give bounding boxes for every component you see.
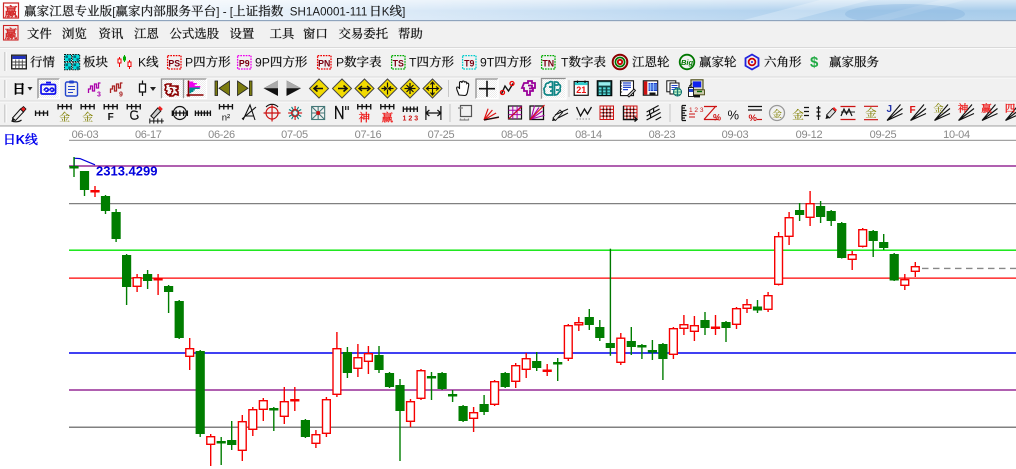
svg-text:09-25: 09-25 (870, 129, 897, 141)
svg-text:08-23: 08-23 (649, 129, 676, 141)
svg-text:2313.4299: 2313.4299 (96, 164, 157, 179)
svg-text:09-12: 09-12 (796, 129, 823, 141)
svg-text:08-05: 08-05 (501, 129, 528, 141)
svg-text:%: % (728, 108, 740, 123)
svg-text:08-14: 08-14 (575, 129, 602, 141)
svg-text:P: P (185, 55, 193, 69)
svg-text:1 2 3: 1 2 3 (403, 116, 419, 123)
svg-text:09-03: 09-03 (722, 129, 749, 141)
svg-text:K: K (138, 55, 146, 69)
svg-text:TS: TS (393, 58, 404, 68)
svg-text:06-26: 06-26 (208, 129, 235, 141)
svg-text:-: - (223, 6, 227, 19)
svg-text:10-04: 10-04 (943, 129, 970, 141)
svg-text:P: P (336, 55, 344, 69)
svg-text:]: ] (402, 6, 405, 19)
svg-text:3: 3 (97, 92, 101, 99)
svg-text:PS: PS (168, 58, 180, 68)
svg-text:n²: n² (222, 113, 230, 124)
svg-text:SH1A0001-111: SH1A0001-111 (290, 6, 368, 19)
svg-text:06-03: 06-03 (72, 129, 99, 141)
svg-text:T: T (561, 55, 569, 69)
svg-text:P9: P9 (239, 58, 250, 68)
svg-text:$: $ (810, 54, 819, 71)
svg-text:1 2 3: 1 2 3 (689, 107, 704, 114)
svg-text:]: ] (216, 6, 219, 19)
svg-text:21: 21 (576, 85, 586, 95)
svg-text:07-16: 07-16 (355, 129, 382, 141)
svg-text:K: K (16, 132, 26, 147)
svg-text:9T: 9T (480, 55, 495, 69)
svg-text:%: % (749, 113, 758, 124)
svg-text:9P: 9P (255, 55, 270, 69)
svg-text:TN: TN (542, 58, 554, 68)
svg-text:9: 9 (119, 92, 123, 99)
svg-text:F: F (108, 112, 114, 123)
svg-text:T: T (409, 55, 417, 69)
svg-text:07-25: 07-25 (428, 129, 455, 141)
svg-text:J: J (887, 104, 893, 115)
svg-text:07-05: 07-05 (281, 129, 308, 141)
svg-text:F: F (910, 105, 916, 116)
svg-text:%: % (713, 113, 721, 123)
svg-text:06-17: 06-17 (135, 129, 162, 141)
svg-text:PN: PN (318, 58, 330, 68)
svg-text:Big: Big (681, 58, 694, 67)
svg-text:T9: T9 (464, 58, 474, 68)
svg-text:K: K (382, 6, 390, 19)
